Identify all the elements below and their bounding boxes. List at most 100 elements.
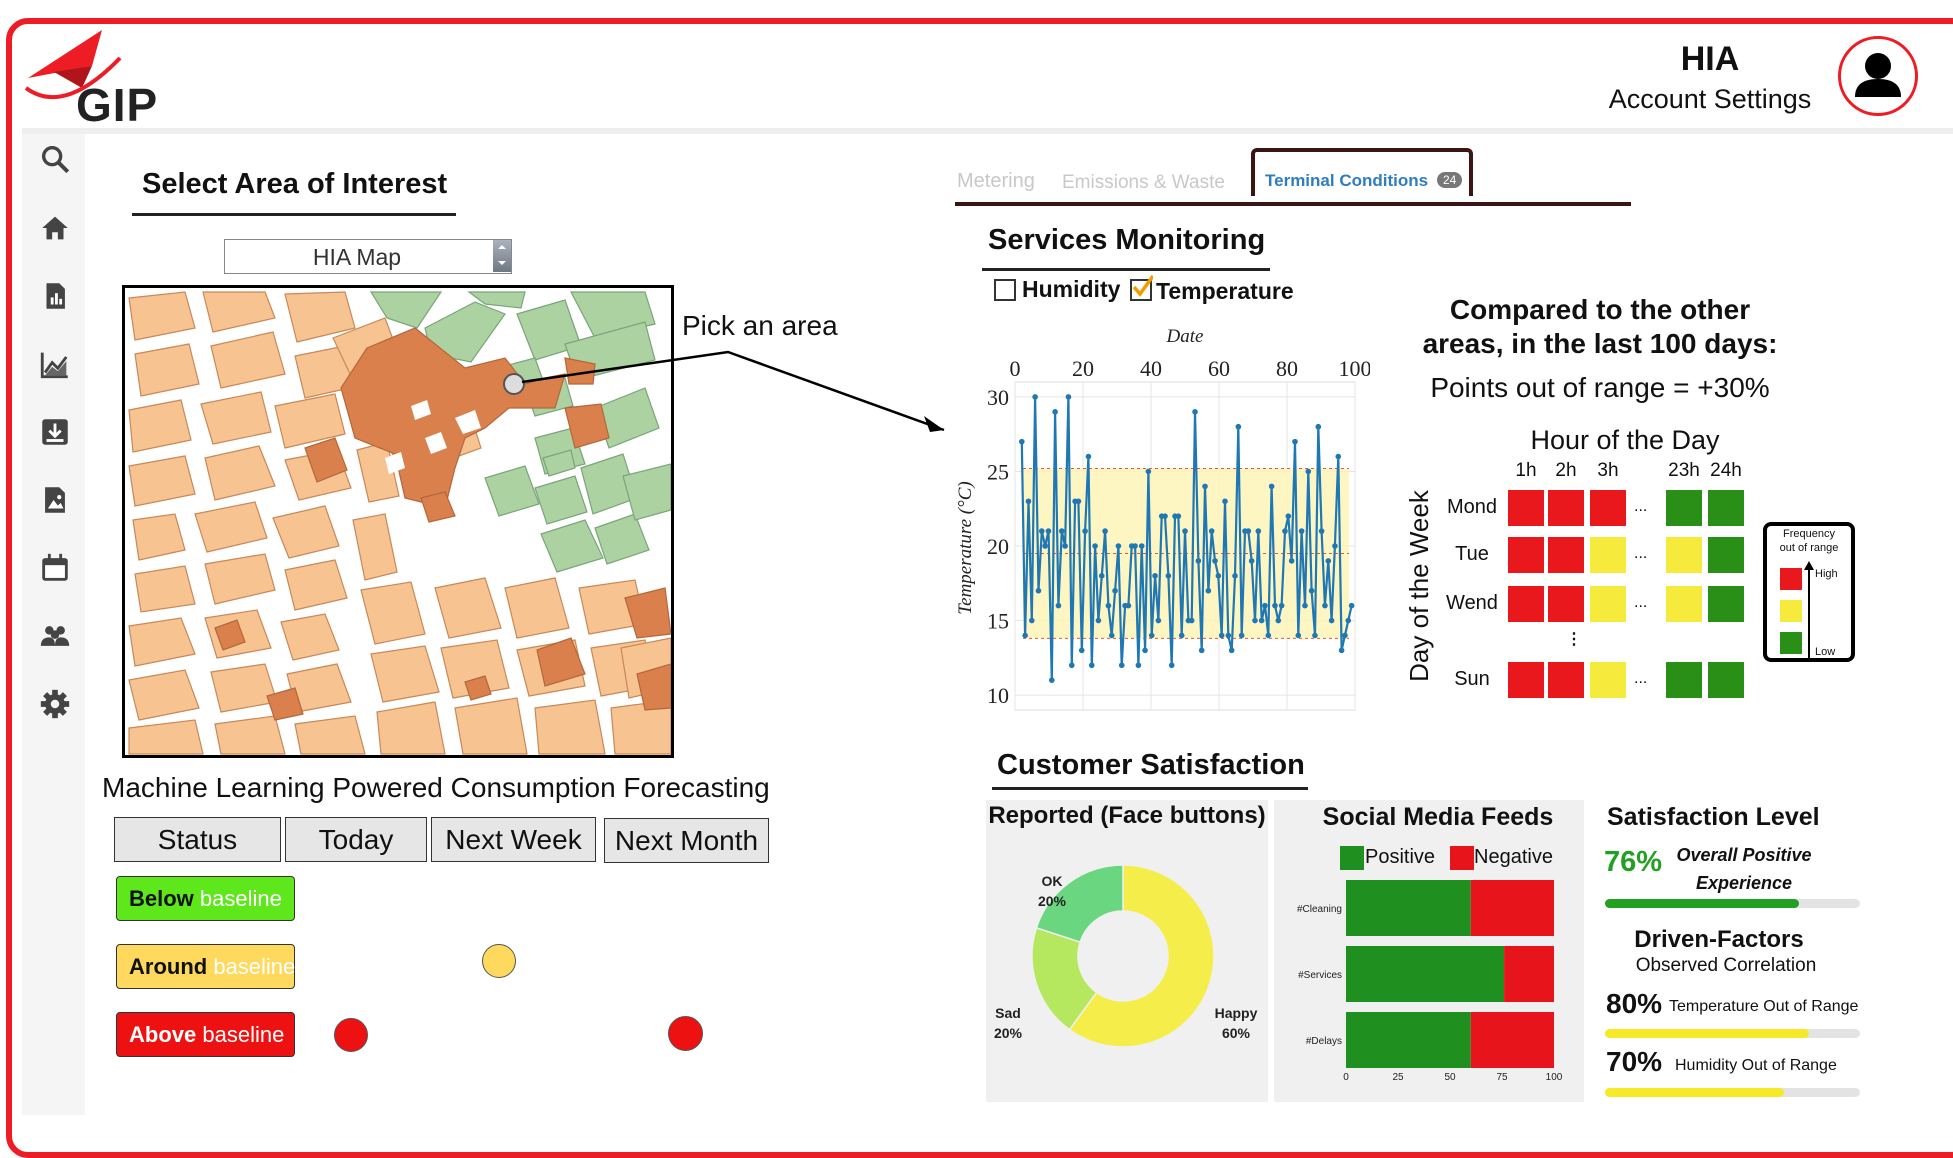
temperature-point xyxy=(1048,677,1055,683)
points-out-of-range: Points out of range = +30% xyxy=(1430,372,1770,403)
heatmap-cell[interactable] xyxy=(1590,537,1626,573)
header-divider xyxy=(22,128,1953,134)
heatmap-cell[interactable] xyxy=(1708,586,1744,622)
heatmap-cell[interactable] xyxy=(1548,490,1584,526)
factor-2-bar-fill xyxy=(1605,1088,1784,1097)
temperature-point xyxy=(1052,409,1058,415)
driven-title: Driven-Factors xyxy=(1634,926,1804,953)
map-select[interactable]: HIA Map xyxy=(224,239,512,274)
temperature-point xyxy=(1262,602,1268,609)
temperature-point xyxy=(1095,617,1102,624)
forecast-dot-around[interactable] xyxy=(482,944,516,978)
temperature-point xyxy=(1032,394,1038,400)
heatmap-cell[interactable] xyxy=(1508,537,1544,573)
heatmap-cell[interactable] xyxy=(1508,662,1544,698)
temperature-point xyxy=(1168,662,1175,669)
avatar[interactable] xyxy=(1838,36,1918,116)
gear-icon[interactable] xyxy=(38,687,72,721)
bar-category-label: #Cleaning xyxy=(1297,904,1342,915)
forecast-dot-above-1[interactable] xyxy=(334,1018,368,1052)
temperature-point xyxy=(1215,573,1222,579)
heatmap-cell[interactable] xyxy=(1548,662,1584,698)
temperature-point xyxy=(1045,528,1052,534)
heatmap-cell[interactable] xyxy=(1508,490,1544,526)
temperature-point xyxy=(1182,528,1188,534)
report-icon[interactable] xyxy=(38,279,72,313)
y-tick-label: 10 xyxy=(987,683,1009,708)
temperature-point xyxy=(1165,573,1172,579)
temperature-point xyxy=(1138,543,1145,549)
heatmap-cell[interactable] xyxy=(1590,586,1626,622)
next-month-button[interactable]: Next Month xyxy=(604,818,769,863)
search-icon[interactable] xyxy=(38,142,72,176)
temperature-point xyxy=(1195,558,1202,564)
bar-x-tick-label: 25 xyxy=(1392,1072,1404,1083)
heatmap-ellipsis: ... xyxy=(1634,498,1648,515)
heatmap-cell[interactable] xyxy=(1708,662,1744,698)
heatmap-day-label: Tue xyxy=(1455,543,1489,565)
factor-2-bar xyxy=(1605,1088,1860,1097)
heatmap-day-label: Mond xyxy=(1446,496,1498,518)
heatmap-cell[interactable] xyxy=(1548,537,1584,573)
temperature-point xyxy=(1322,602,1328,609)
humidity-checkbox[interactable] xyxy=(994,279,1016,301)
image-file-icon[interactable] xyxy=(38,483,72,517)
heatmap-cell[interactable] xyxy=(1590,490,1626,526)
home-icon[interactable] xyxy=(38,211,72,245)
chevron-down-icon[interactable] xyxy=(493,240,511,272)
temperature-point xyxy=(1288,558,1295,564)
heatmap-cell[interactable] xyxy=(1508,586,1544,622)
user-icon xyxy=(1855,53,1901,97)
services-title: Services Monitoring xyxy=(988,224,1266,256)
donut-value-label: 20% xyxy=(1038,893,1067,909)
factor-1-pct: 80% xyxy=(1606,988,1663,1019)
tab-emissions[interactable]: Emissions & Waste xyxy=(1062,172,1225,194)
bar-negative-segment xyxy=(1470,1012,1554,1068)
forecast-dot-above-2[interactable] xyxy=(668,1016,703,1051)
today-button[interactable]: Today xyxy=(285,817,427,862)
social-bar-chart: #Cleaning #Services #Delays 0 25 50 75 100 xyxy=(1297,880,1563,1083)
driven-sub: Observed Correlation xyxy=(1635,955,1817,976)
heatmap-cell[interactable] xyxy=(1666,490,1702,526)
temperature-checkbox[interactable] xyxy=(1130,275,1153,301)
around-baseline-badge: Around baseline xyxy=(116,944,295,989)
chart-icon[interactable] xyxy=(38,347,72,381)
legend-high: High xyxy=(1815,568,1838,580)
status-button[interactable]: Status xyxy=(114,817,281,862)
temperature-point xyxy=(1175,513,1182,519)
heatmap-cell[interactable] xyxy=(1548,586,1584,622)
y-tick-label: 20 xyxy=(987,534,1009,559)
heatmap-cell[interactable] xyxy=(1590,662,1626,698)
users-icon[interactable] xyxy=(38,619,72,653)
heatmap-cell[interactable] xyxy=(1666,537,1702,573)
temperature-point xyxy=(1115,543,1122,549)
above-label: Above xyxy=(129,1021,197,1047)
bar-x-tick-label: 75 xyxy=(1496,1072,1508,1083)
heatmap-cell[interactable] xyxy=(1708,537,1744,573)
temperature-point xyxy=(1035,587,1042,594)
temperature-point xyxy=(1222,498,1228,505)
humidity-label: Humidity xyxy=(1022,276,1121,302)
heatmap-cell[interactable] xyxy=(1708,490,1744,526)
temperature-point xyxy=(1022,632,1028,639)
bar-positive-segment xyxy=(1346,1012,1471,1068)
tab-terminal-conditions[interactable]: Terminal Conditions 24 xyxy=(1251,148,1473,196)
tab-metering[interactable]: Metering xyxy=(957,170,1035,193)
temperature-point xyxy=(1348,602,1355,609)
legend-low: Low xyxy=(1815,646,1836,658)
temperature-point xyxy=(1135,662,1142,669)
next-week-button[interactable]: Next Week xyxy=(431,817,596,862)
temperature-point xyxy=(1305,468,1312,475)
heatmap-cell[interactable] xyxy=(1666,662,1702,698)
temperature-point xyxy=(1258,617,1265,624)
temperature-point xyxy=(1125,602,1132,609)
donut-category-label: Happy xyxy=(1215,1005,1258,1021)
logo[interactable]: GIP xyxy=(24,26,174,131)
calendar-icon[interactable] xyxy=(38,551,72,585)
download-icon[interactable] xyxy=(38,415,72,449)
heatmap-cell[interactable] xyxy=(1666,586,1702,622)
temperature-point xyxy=(1295,632,1302,639)
around-sub: baseline xyxy=(213,953,296,979)
satisfaction-text-2: Experience xyxy=(1695,873,1793,893)
account-settings-link[interactable]: Account Settings xyxy=(1600,84,1820,115)
